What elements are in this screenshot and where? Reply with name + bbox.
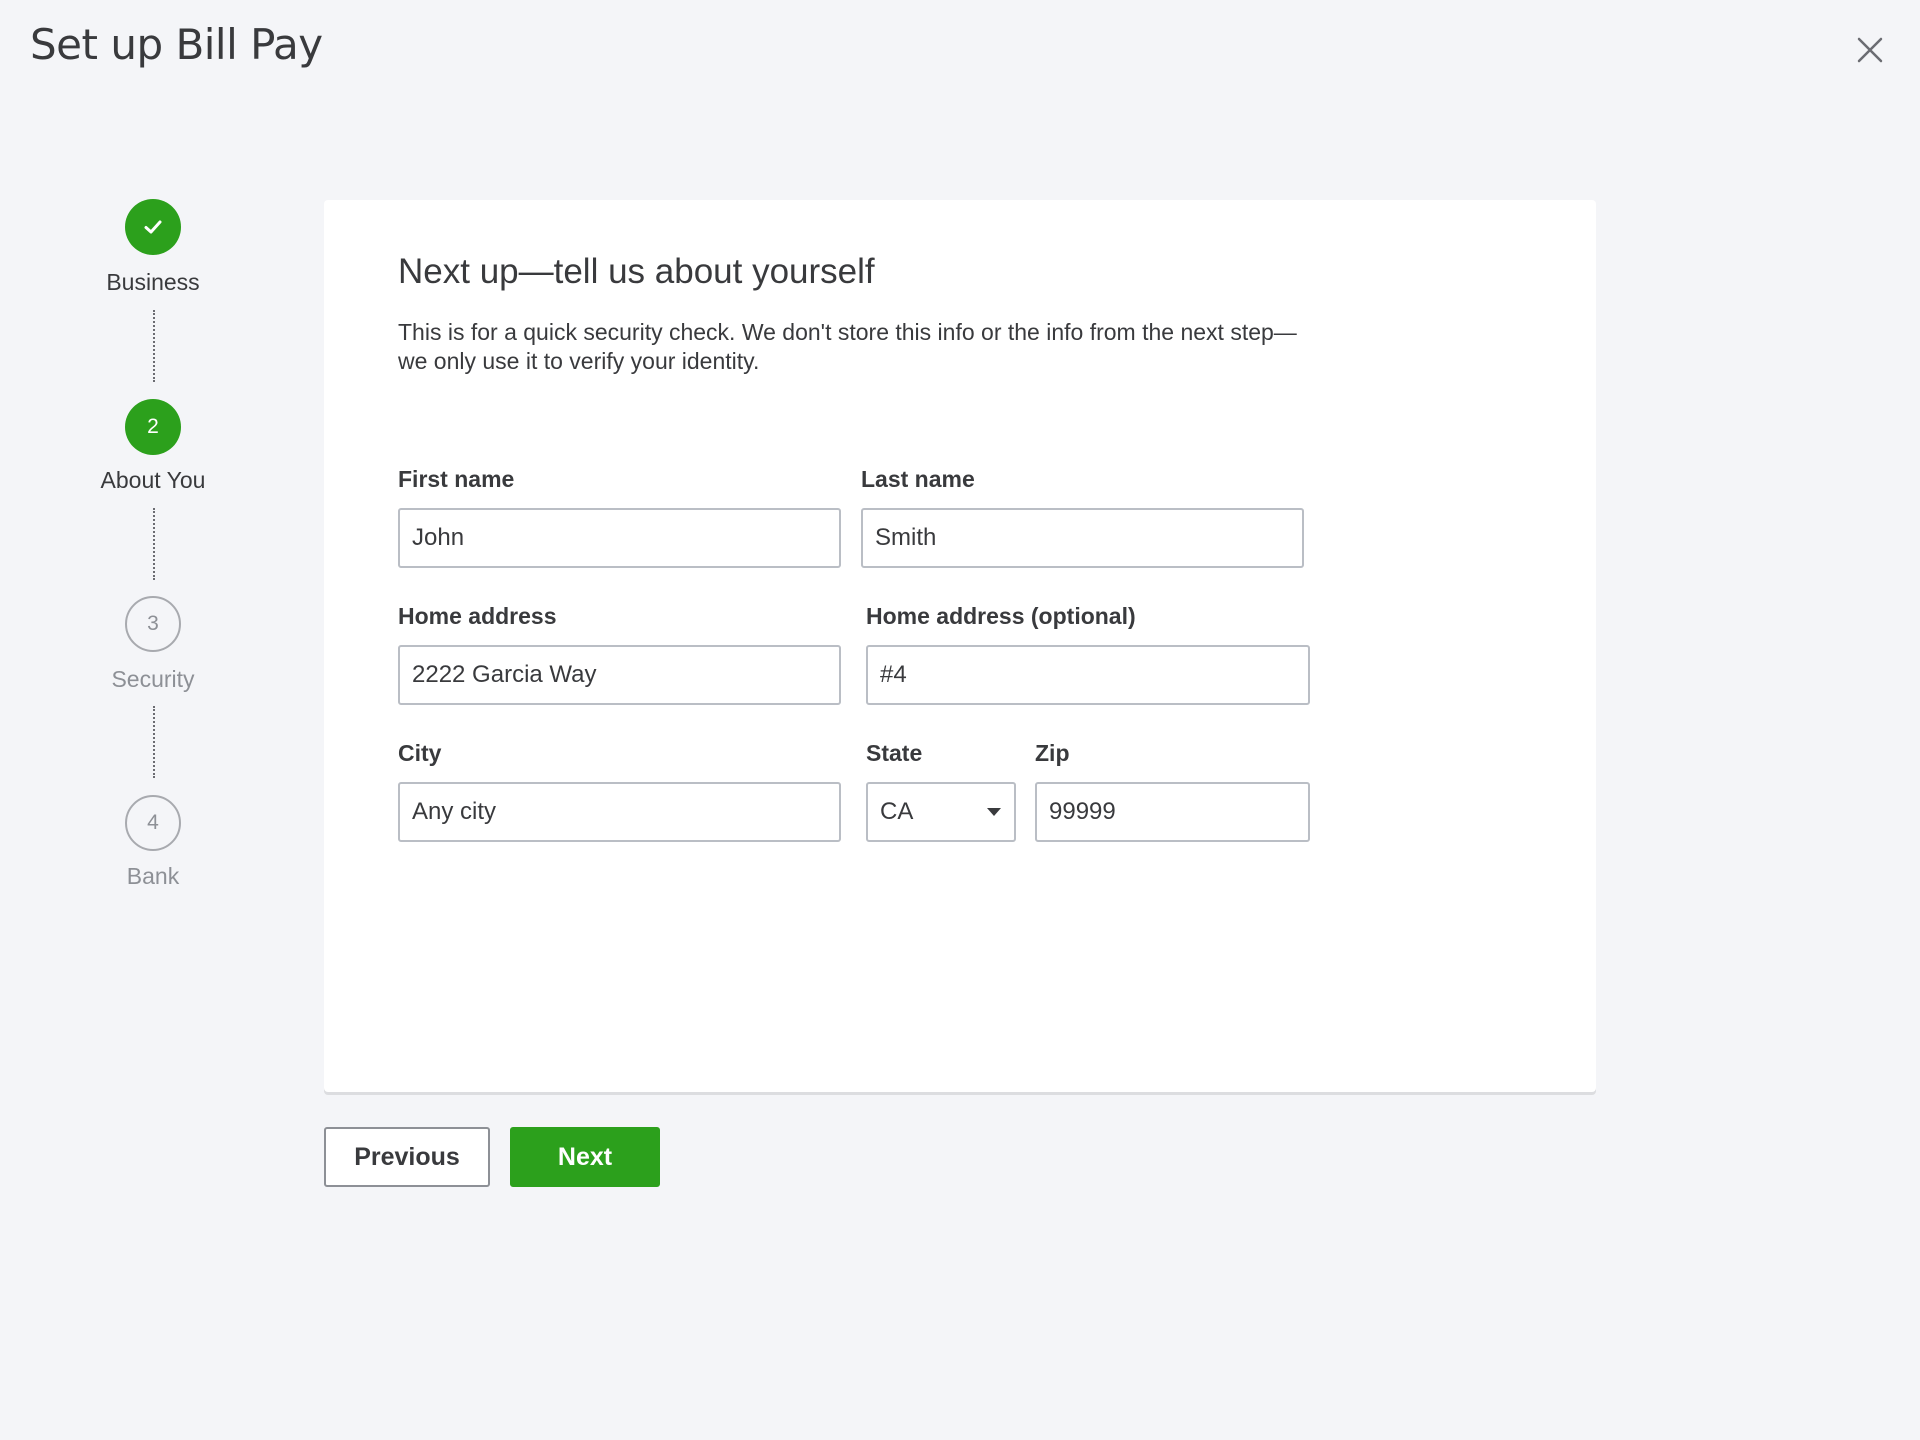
- city-input[interactable]: [398, 782, 841, 842]
- zip-label: Zip: [1035, 740, 1070, 766]
- step-business: Business: [43, 199, 263, 296]
- zip-input[interactable]: [1035, 782, 1310, 842]
- progress-stepper: Business 2 About You 3 Security 4 Bank: [0, 0, 310, 1440]
- step-business-label: Business: [106, 269, 200, 295]
- checkmark-icon: [144, 220, 162, 234]
- home-address-label: Home address: [398, 603, 557, 629]
- step-bank: 4 Bank: [43, 795, 263, 890]
- about-you-card: Next up—tell us about yourself This is f…: [324, 200, 1596, 1092]
- last-name-label: Last name: [861, 466, 975, 492]
- form-heading: Next up—tell us about yourself: [398, 252, 875, 291]
- previous-button[interactable]: Previous: [324, 1127, 490, 1187]
- step-security-circle: 3: [125, 596, 181, 652]
- home-address-input[interactable]: [398, 645, 841, 705]
- step-bank-circle: 4: [125, 795, 181, 851]
- last-name-input[interactable]: [861, 508, 1304, 568]
- step-business-circle: [125, 199, 181, 255]
- state-select[interactable]: CA: [866, 782, 1016, 842]
- step-connector: [153, 706, 155, 778]
- step-about-you-label: About You: [100, 467, 206, 493]
- step-connector: [153, 508, 155, 580]
- step-security: 3 Security: [43, 596, 263, 693]
- first-name-input[interactable]: [398, 508, 841, 568]
- caret-down-icon: [987, 808, 1001, 816]
- city-label: City: [398, 740, 442, 766]
- next-button[interactable]: Next: [510, 1127, 660, 1187]
- close-button[interactable]: [1850, 30, 1890, 70]
- first-name-label: First name: [398, 466, 515, 492]
- step-about-you-circle: 2: [125, 399, 181, 455]
- home-address-optional-input[interactable]: [866, 645, 1310, 705]
- step-connector: [153, 310, 155, 382]
- step-about-you: 2 About You: [43, 399, 263, 494]
- step-bank-label: Bank: [126, 863, 180, 889]
- form-description: This is for a quick security check. We d…: [398, 319, 1297, 374]
- close-icon: [1857, 37, 1883, 63]
- state-label: State: [866, 740, 923, 766]
- step-security-label: Security: [111, 666, 195, 692]
- home-address-optional-label: Home address (optional): [866, 603, 1136, 629]
- state-selected-value: CA: [880, 798, 914, 825]
